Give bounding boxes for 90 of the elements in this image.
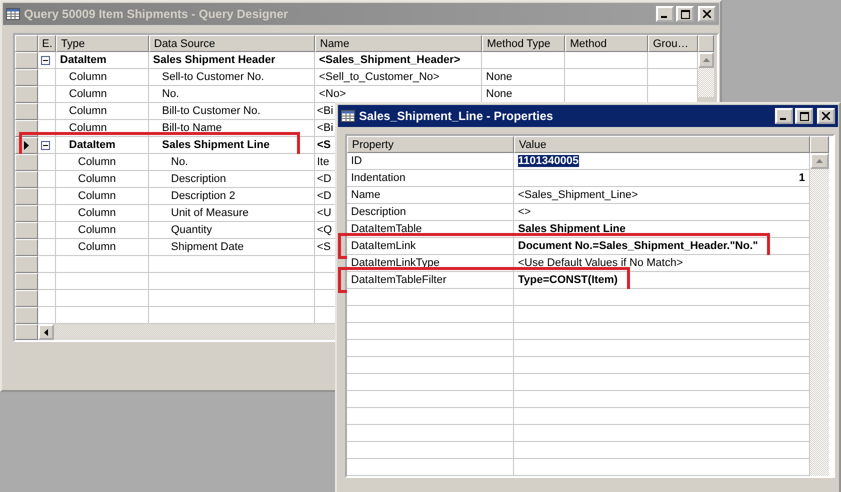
current-row-icon <box>24 141 29 150</box>
maximize-icon <box>680 10 690 18</box>
tree-toggle-cell[interactable] <box>38 52 56 69</box>
property-value[interactable]: <Sales_Shipment_Line> <box>518 189 638 201</box>
data-source-text: Sales Shipment Line <box>162 139 270 151</box>
property-name: DataItemLinkType <box>351 256 440 271</box>
property-name: Indentation <box>351 171 406 186</box>
name-text: <D <box>317 172 332 187</box>
method-type-text: None <box>486 87 512 102</box>
name-text: <S <box>317 138 331 153</box>
type-text: DataItem <box>68 138 116 153</box>
window-title: Query 50009 Item Shipments - Query Designer <box>24 7 290 21</box>
name-text: <Sell_to_Customer_No> <box>319 70 440 85</box>
property-name: DataItemTableFilter <box>351 273 446 288</box>
table-icon <box>6 8 20 20</box>
property-name: DataItemLink <box>351 239 416 254</box>
name-text: <Bi <box>317 104 334 119</box>
column-header[interactable]: Property <box>347 136 514 153</box>
data-source-text: No. <box>162 88 180 100</box>
property-value[interactable]: 1101340005 <box>518 155 579 167</box>
type-text: DataItem <box>60 53 106 68</box>
data-source-text: Shipment Date <box>171 241 244 253</box>
close-button[interactable] <box>817 108 835 124</box>
name-text: <Sales_Shipment_Header> <box>319 53 460 68</box>
column-header[interactable]: Method <box>565 35 648 52</box>
scroll-left-button[interactable] <box>38 324 54 340</box>
table-icon <box>341 110 355 122</box>
property-name: DataItemTable <box>351 222 422 237</box>
property-name: Name <box>351 188 380 203</box>
type-text: Column <box>77 155 116 170</box>
vertical-scrollbar[interactable] <box>698 52 714 97</box>
data-source-text: Quantity <box>171 224 212 236</box>
data-source-text: Unit of Measure <box>171 207 249 219</box>
name-text: <No> <box>319 87 346 102</box>
scroll-up-button[interactable] <box>810 153 829 169</box>
vertical-scrollbar[interactable] <box>810 153 829 476</box>
property-value[interactable]: <> <box>518 206 531 218</box>
maximize-button[interactable] <box>795 108 813 124</box>
minimize-button[interactable] <box>656 6 674 22</box>
data-source-text: Description 2 <box>171 190 236 202</box>
type-text: Column <box>68 104 107 119</box>
data-source-text: Bill-to Customer No. <box>162 105 260 117</box>
data-source-text: Description <box>171 173 226 185</box>
type-text: Column <box>68 121 107 136</box>
maximize-icon <box>800 112 808 120</box>
column-header[interactable]: Value <box>514 136 810 153</box>
column-header[interactable]: Data Source <box>149 35 315 52</box>
type-text: Column <box>77 240 116 255</box>
name-text: <Bi <box>317 121 334 136</box>
close-icon <box>822 112 830 120</box>
property-value[interactable]: Document No.=Sales_Shipment_Header."No." <box>518 240 758 252</box>
close-button[interactable] <box>698 6 716 22</box>
name-text: Ite <box>317 155 330 170</box>
up-arrow-icon <box>816 159 823 163</box>
window-title: Sales_Shipment_Line - Properties <box>359 109 554 123</box>
scroll-up-button[interactable] <box>698 52 714 68</box>
left-arrow-icon <box>44 328 48 336</box>
type-text: Column <box>77 189 116 204</box>
type-text: Column <box>68 87 107 102</box>
column-header[interactable]: E. <box>38 35 56 52</box>
type-text: Column <box>77 223 116 238</box>
type-text: Column <box>68 70 107 85</box>
collapse-icon[interactable] <box>41 56 50 64</box>
close-icon <box>703 10 711 18</box>
data-source-text: Bill-to Name <box>162 122 222 134</box>
property-value[interactable]: Sales Shipment Line <box>518 223 626 235</box>
column-header[interactable]: Method Type <box>482 35 565 52</box>
column-header[interactable]: Name <box>315 35 482 52</box>
name-text: <S <box>317 240 331 255</box>
property-name: ID <box>351 154 362 169</box>
name-text: <Q <box>317 223 332 238</box>
horizontal-scrollbar[interactable] <box>38 324 335 340</box>
column-header[interactable]: Type <box>56 35 149 52</box>
method-type-text: None <box>486 70 512 85</box>
maximize-button[interactable] <box>676 6 694 22</box>
property-value[interactable]: 1 <box>798 172 805 184</box>
data-source-text: Sell-to Customer No. <box>162 71 264 83</box>
tree-toggle-cell[interactable] <box>38 137 56 154</box>
type-text: Column <box>77 206 116 221</box>
data-source-text: Sales Shipment Header <box>153 54 276 66</box>
column-header[interactable]: Grou… <box>648 35 698 52</box>
property-name: Description <box>351 205 406 220</box>
minimize-button[interactable] <box>775 108 793 124</box>
type-text: Column <box>77 172 116 187</box>
up-arrow-icon <box>702 58 710 62</box>
name-text: <D <box>317 189 332 204</box>
collapse-icon[interactable] <box>41 140 50 150</box>
data-source-text: No. <box>171 156 188 168</box>
property-value[interactable]: Type=CONST(Item) <box>518 274 618 286</box>
name-text: <U <box>317 206 332 221</box>
